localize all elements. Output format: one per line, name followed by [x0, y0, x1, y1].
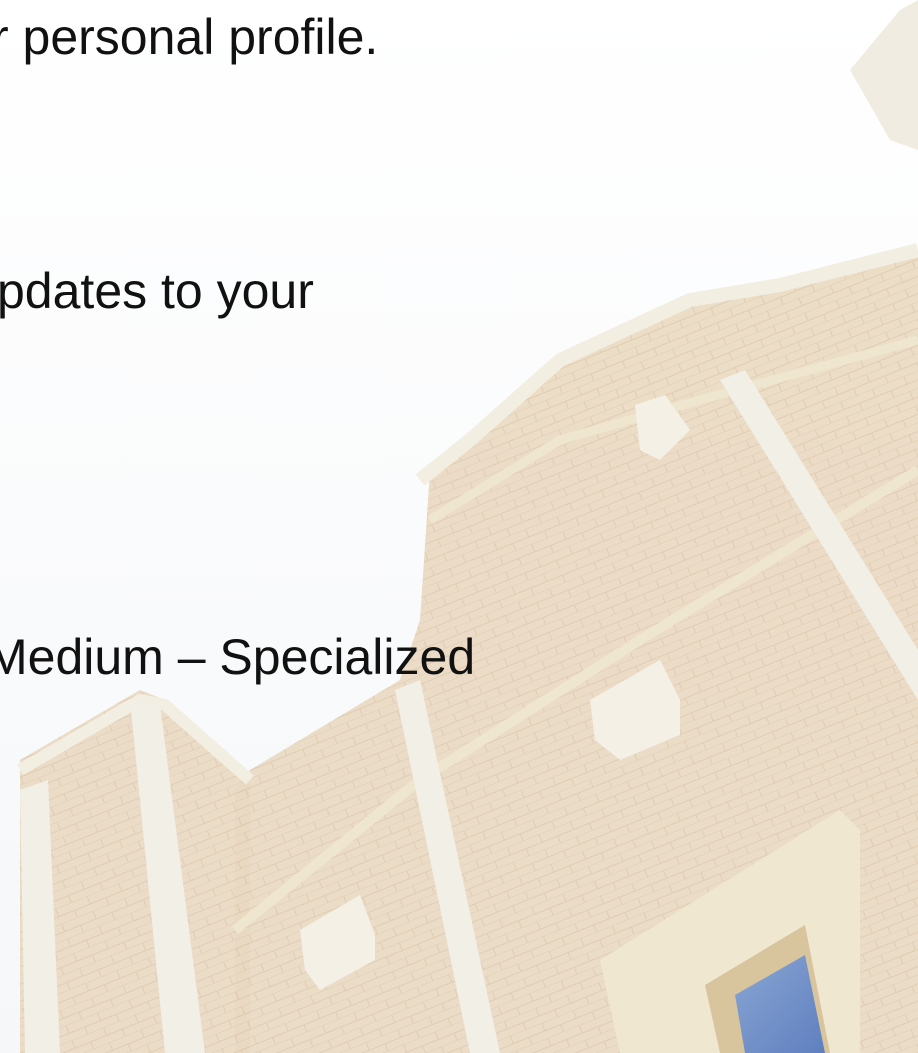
background-building-photo	[0, 0, 918, 1053]
slide-text-line-1: r personal profile.	[0, 9, 379, 65]
slide-text-line-2: pdates to your	[0, 263, 314, 319]
slide-text-line-3: Medium – Specialized	[0, 629, 476, 685]
